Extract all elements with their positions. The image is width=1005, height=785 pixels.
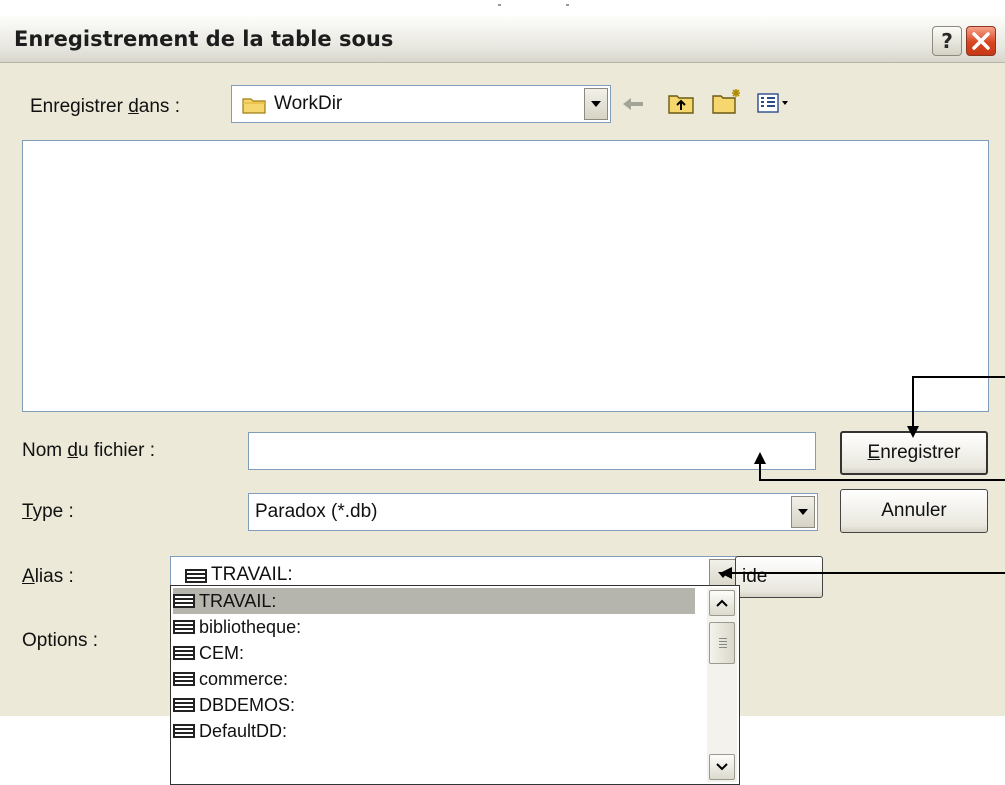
annotation-arrows xyxy=(720,376,1005,579)
